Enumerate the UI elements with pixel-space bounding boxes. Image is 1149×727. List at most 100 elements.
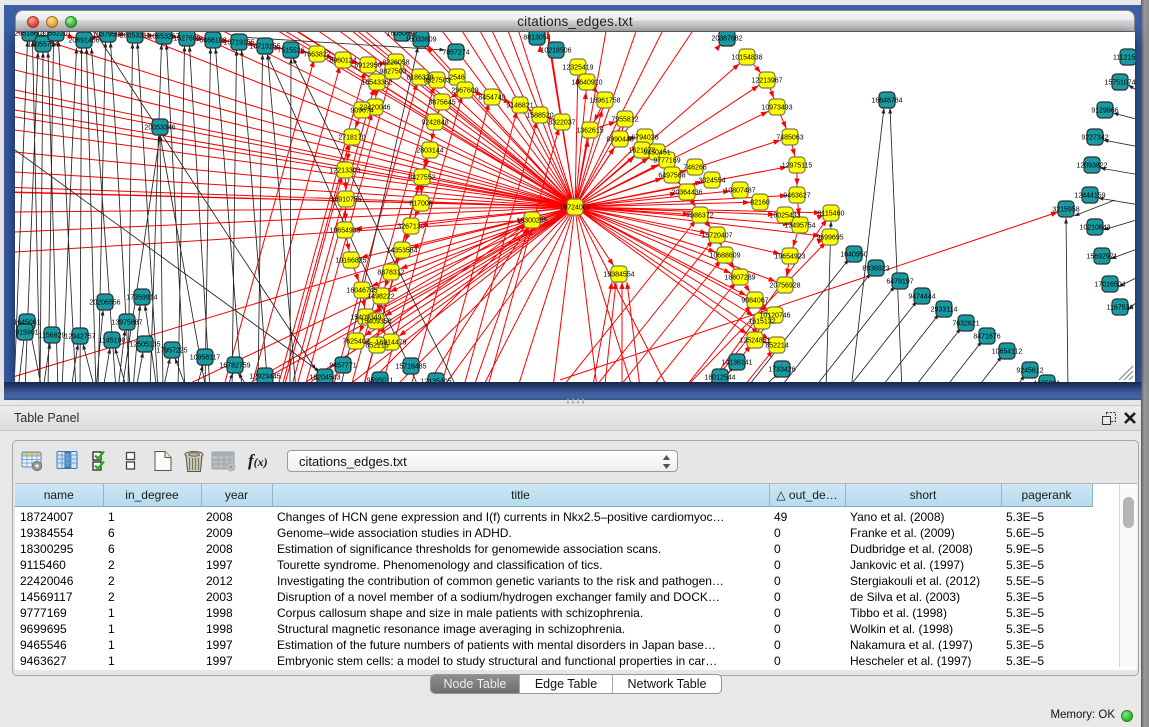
- svg-text:8322037: 8322037: [548, 120, 575, 127]
- svg-text:7955812: 7955812: [611, 117, 638, 124]
- svg-text:2803144: 2803144: [416, 148, 443, 155]
- svg-text:20387682: 20387682: [711, 36, 742, 43]
- svg-text:15716485: 15716485: [395, 364, 426, 371]
- svg-text:8912950: 8912950: [354, 63, 381, 70]
- svg-text:10654112: 10654112: [992, 349, 1023, 356]
- svg-text:13975887: 13975887: [111, 320, 142, 327]
- svg-text:19384554: 19384554: [603, 272, 634, 279]
- svg-text:16961758: 16961758: [589, 98, 620, 105]
- svg-text:15720407: 15720407: [701, 233, 732, 240]
- svg-text:10025433: 10025433: [769, 213, 800, 220]
- svg-text:19654935: 19654935: [329, 228, 360, 235]
- svg-text:18300295: 18300295: [516, 218, 547, 225]
- svg-text:15751074: 15751074: [1104, 80, 1135, 87]
- svg-text:16543362: 16543362: [361, 80, 392, 87]
- svg-text:9242848: 9242848: [421, 120, 448, 127]
- svg-text:9463627: 9463627: [783, 193, 810, 200]
- svg-text:9777169: 9777169: [653, 158, 680, 165]
- svg-text:3915901: 3915901: [15, 330, 39, 337]
- svg-text:10688609: 10688609: [709, 253, 740, 260]
- svg-text:3267130: 3267130: [397, 224, 424, 231]
- svg-text:9129966: 9129966: [1091, 108, 1118, 115]
- svg-text:9450451: 9450451: [643, 150, 670, 157]
- svg-text:9146821: 9146821: [506, 103, 533, 110]
- svg-text:12093822: 12093822: [1076, 163, 1107, 170]
- svg-text:8226058: 8226058: [382, 60, 409, 67]
- svg-text:852214: 852214: [765, 343, 788, 350]
- svg-text:19654923: 19654923: [774, 254, 805, 261]
- svg-text:10958117: 10958117: [190, 355, 221, 362]
- svg-text:16782759: 16782759: [219, 363, 250, 370]
- svg-text:3024554: 3024554: [698, 178, 725, 185]
- svg-text:3215958: 3215958: [1052, 207, 1079, 214]
- svg-text:2546: 2546: [449, 75, 465, 82]
- svg-text:6497568: 6497568: [658, 173, 685, 180]
- svg-text:8938923: 8938923: [862, 266, 889, 273]
- svg-text:19166825: 19166825: [335, 258, 366, 265]
- svg-text:8990448: 8990448: [606, 137, 633, 144]
- svg-text:17016504: 17016504: [1094, 282, 1125, 289]
- svg-text:1640950: 1640950: [840, 252, 867, 259]
- svg-text:817006: 817006: [409, 201, 432, 208]
- svg-text:20756928: 20756928: [769, 283, 800, 290]
- svg-text:16033809: 16033809: [405, 37, 436, 44]
- svg-text:13640910: 13640910: [571, 80, 602, 87]
- svg-text:11121504: 11121504: [1113, 55, 1135, 62]
- svg-text:12923445: 12923445: [249, 374, 280, 381]
- svg-text:9245612: 9245612: [1016, 368, 1043, 375]
- svg-text:16713155: 16713155: [249, 44, 280, 51]
- svg-text:9327503: 9327503: [423, 78, 450, 85]
- svg-text:12444159: 12444159: [1074, 193, 1105, 200]
- svg-text:10807487: 10807487: [724, 188, 755, 195]
- svg-text:8427552: 8427552: [408, 175, 435, 182]
- svg-text:1145190: 1145190: [99, 338, 126, 345]
- svg-text:7663822: 7663822: [303, 52, 330, 59]
- svg-text:12325419: 12325419: [562, 65, 593, 72]
- svg-text:18204543: 18204543: [309, 375, 340, 382]
- svg-text:14136141: 14136141: [721, 360, 752, 367]
- svg-text:9096?4: 9096?4: [350, 108, 373, 115]
- svg-text:1167534: 1167534: [1107, 305, 1134, 312]
- svg-text:7485063: 7485063: [776, 135, 803, 142]
- svg-text:14353584: 14353584: [386, 248, 417, 255]
- svg-text:1588520: 1588520: [526, 113, 553, 120]
- svg-text:7986372: 7986372: [686, 213, 713, 220]
- svg-text:7515526: 7515526: [277, 48, 304, 55]
- svg-text:12942757: 12942757: [64, 334, 95, 341]
- svg-text:1498222: 1498222: [367, 294, 394, 301]
- svg-text:82160: 82160: [750, 200, 770, 207]
- svg-text:2718170: 2718170: [338, 135, 365, 142]
- svg-text:12213303: 12213303: [329, 168, 360, 175]
- svg-text:20206556: 20206556: [89, 300, 120, 307]
- svg-text:12975115: 12975115: [782, 163, 813, 170]
- svg-text:7632621: 7632621: [952, 321, 979, 328]
- svg-text:1645061: 1645061: [15, 320, 41, 327]
- svg-text:1362615: 1362615: [576, 128, 603, 135]
- svg-text:6794028: 6794028: [631, 135, 658, 142]
- svg-text:9457771: 9457771: [329, 363, 356, 370]
- svg-text:852215: 852215: [365, 343, 388, 350]
- svg-text:1733426: 1733426: [768, 367, 795, 374]
- svg-text:9699695: 9699695: [816, 235, 843, 242]
- svg-text:20364436: 20364436: [671, 190, 702, 197]
- svg-text:12213967: 12213967: [751, 78, 782, 85]
- svg-text:3875645: 3875645: [428, 100, 455, 107]
- svg-text:9084067: 9084067: [741, 298, 768, 305]
- svg-text:10973493: 10973493: [761, 105, 792, 112]
- svg-text:1615132: 1615132: [748, 319, 775, 326]
- svg-text:10210643: 10210643: [1079, 225, 1110, 232]
- svg-text:2967608: 2967608: [451, 88, 478, 95]
- svg-text:20053311: 20053311: [120, 33, 151, 40]
- svg-text:8878312: 8878312: [377, 270, 404, 277]
- svg-text:8454749: 8454749: [478, 95, 505, 102]
- svg-text:9827503: 9827503: [379, 69, 406, 76]
- svg-text:16648784: 16648784: [871, 98, 902, 105]
- svg-text:7857274: 7857274: [442, 50, 469, 57]
- svg-text:10154838: 10154838: [731, 55, 762, 62]
- svg-text:15692971: 15692971: [1086, 254, 1117, 261]
- svg-text:8813054: 8813054: [523, 35, 550, 42]
- svg-text:2933114: 2933114: [931, 307, 958, 314]
- svg-text:18012544: 18012544: [704, 375, 735, 382]
- svg-text:9474444: 9474444: [908, 294, 935, 301]
- svg-text:16910755: 16910755: [330, 197, 361, 204]
